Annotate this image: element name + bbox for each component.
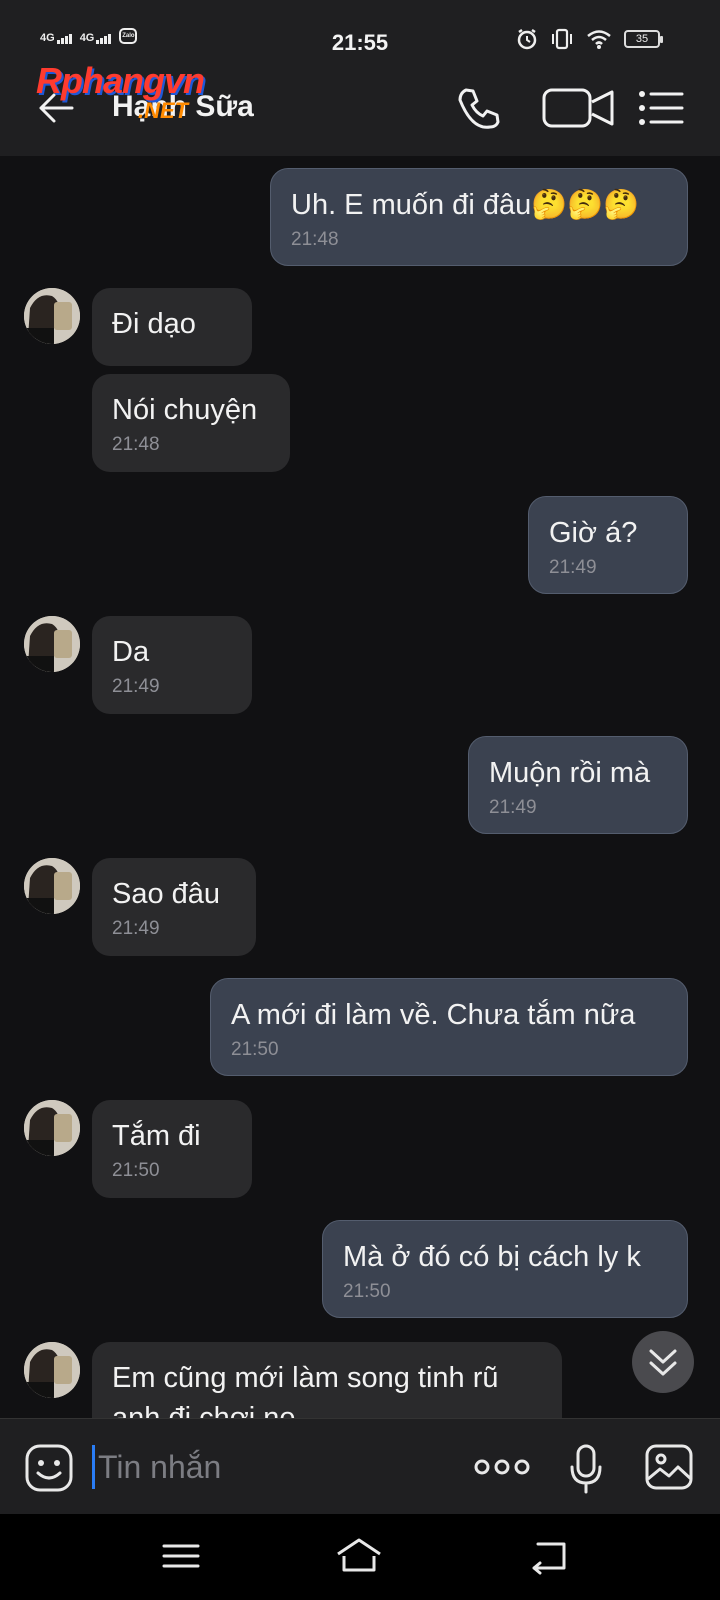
- message-text: Giờ á?: [549, 517, 638, 549]
- message-bubble-outgoing[interactable]: A mới đi làm về. Chưa tắm nữa 21:50: [210, 978, 688, 1076]
- phone-call-icon[interactable]: [456, 84, 504, 132]
- message-text: Mà ở đó có bị cách ly k: [343, 1241, 641, 1273]
- message-text: Da: [112, 636, 150, 668]
- chat-header: Hạnh Sữa Rphangvn .NET: [0, 60, 720, 156]
- contact-avatar[interactable]: [24, 1100, 80, 1156]
- avatar-photo-icon: [24, 858, 80, 914]
- double-chevron-down-icon: [649, 1349, 677, 1376]
- alarm-icon: [517, 28, 537, 50]
- more-options-icon[interactable]: [474, 1455, 530, 1479]
- message-text: Em cũng mới làm song tinh rũ: [112, 1362, 499, 1394]
- message-time: 21:50: [112, 1160, 160, 1181]
- microphone-icon[interactable]: [568, 1443, 604, 1495]
- watermark-logo: Rphangvn: [36, 60, 205, 101]
- contact-avatar[interactable]: [24, 288, 80, 344]
- message-text: Tắm đi: [112, 1120, 201, 1152]
- message-text: Muộn rồi mà: [489, 757, 651, 789]
- message-time: 21:50: [343, 1281, 391, 1302]
- status-bar: 4G 4G Zalo 21:55 35: [0, 0, 720, 60]
- message-time: 21:48: [291, 229, 339, 250]
- message-bubble-incoming[interactable]: Da 21:49: [92, 616, 252, 714]
- message-list[interactable]: Uh. E muốn đi đâu🤔🤔🤔 21:48 Đi dạo Nói ch…: [0, 156, 720, 1418]
- message-bubble-incoming[interactable]: Nói chuyện 21:48: [92, 374, 290, 472]
- message-bubble-outgoing[interactable]: Mà ở đó có bị cách ly k 21:50: [322, 1220, 688, 1318]
- image-gallery-icon[interactable]: [644, 1443, 694, 1491]
- message-text: Sao đâu: [112, 878, 221, 910]
- message-bubble-incoming[interactable]: Em cũng mới làm song tinh rũ anh đi chơi…: [92, 1342, 562, 1418]
- wifi-icon: [587, 30, 611, 49]
- message-bubble-outgoing[interactable]: Giờ á? 21:49: [528, 496, 688, 594]
- contact-avatar[interactable]: [24, 858, 80, 914]
- message-bubble-incoming[interactable]: Sao đâu 21:49: [92, 858, 256, 956]
- vibrate-icon: [552, 28, 572, 50]
- message-time: 21:49: [549, 557, 597, 578]
- avatar-photo-icon: [24, 1100, 80, 1156]
- avatar-photo-icon: [24, 616, 80, 672]
- message-text-line-2: anh đi chơi ne: [112, 1402, 296, 1418]
- message-time: 21:49: [112, 676, 160, 697]
- watermark-logo-sub: .NET: [138, 98, 189, 123]
- sticker-emoji-icon[interactable]: [24, 1443, 74, 1493]
- message-time: 21:50: [231, 1039, 279, 1060]
- video-call-icon[interactable]: [542, 84, 620, 132]
- message-text: Nói chuyện: [112, 394, 258, 426]
- battery-level: 35: [635, 33, 649, 45]
- message-bubble-outgoing[interactable]: Muộn rồi mà 21:49: [468, 736, 688, 834]
- message-text: Đi dạo: [112, 308, 196, 340]
- message-bubble-incoming[interactable]: Tắm đi 21:50: [92, 1100, 252, 1198]
- status-right: 35: [516, 28, 663, 50]
- contact-avatar[interactable]: [24, 1342, 80, 1398]
- message-bubble-incoming[interactable]: Đi dạo: [92, 288, 252, 366]
- battery-icon: 35: [624, 30, 663, 48]
- recent-apps-icon[interactable]: [156, 1534, 206, 1578]
- system-navigation-bar: [0, 1514, 720, 1600]
- message-time: 21:48: [112, 434, 160, 455]
- message-text: A mới đi làm về. Chưa tắm nữa: [231, 999, 636, 1031]
- message-time: 21:49: [489, 797, 537, 818]
- text-cursor: [92, 1445, 95, 1489]
- message-time: 21:49: [112, 918, 160, 939]
- message-composer: [0, 1418, 720, 1514]
- menu-list-icon[interactable]: [638, 84, 684, 132]
- avatar-photo-icon: [24, 1342, 80, 1398]
- message-bubble-outgoing[interactable]: Uh. E muốn đi đâu🤔🤔🤔 21:48: [270, 168, 688, 266]
- contact-avatar[interactable]: [24, 616, 80, 672]
- message-text: Uh. E muốn đi đâu🤔🤔🤔: [291, 189, 640, 221]
- back-nav-icon[interactable]: [524, 1534, 574, 1578]
- avatar-photo-icon: [24, 288, 80, 344]
- home-icon[interactable]: [334, 1534, 384, 1578]
- scroll-to-bottom-button[interactable]: [632, 1331, 694, 1393]
- message-input[interactable]: [98, 1439, 448, 1495]
